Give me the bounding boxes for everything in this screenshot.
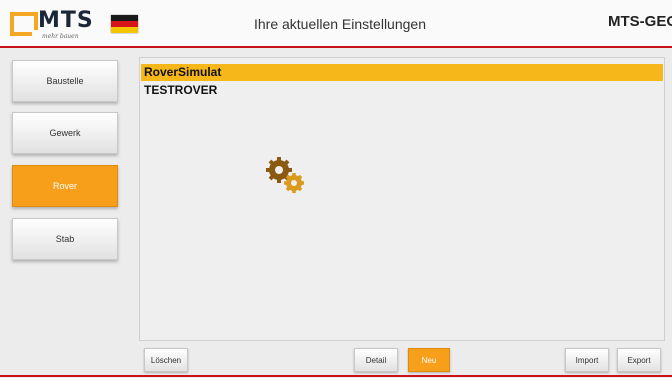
header-divider [0, 46, 672, 48]
delete-button-label: Löschen [150, 355, 182, 365]
sidebar-item-label: Rover [52, 181, 77, 191]
new-button-label: Neu [421, 355, 437, 365]
import-button[interactable]: Import [565, 348, 609, 372]
sidebar-item-label: Stab [55, 234, 75, 244]
export-button[interactable]: Export [617, 348, 661, 372]
brand-name: MTS-GEO [608, 13, 672, 30]
sidebar-item-label: Gewerk [49, 128, 81, 138]
app-header: MTS mehr bauen Ihre aktuellen Einstellun… [0, 0, 672, 46]
detail-button[interactable]: Detail [354, 348, 398, 372]
import-button-label: Import [575, 355, 599, 365]
logo-subtext: mehr bauen [42, 33, 79, 40]
sidebar-item-baustelle[interactable]: Baustelle [12, 60, 118, 102]
sidebar-item-rover[interactable]: Rover [12, 165, 118, 207]
export-button-label: Export [627, 355, 651, 365]
logo-mark [10, 12, 38, 36]
page-title: Ihre aktuellen Einstellungen [253, 16, 426, 32]
detail-button-label: Detail [365, 355, 387, 365]
gears-icon [265, 156, 307, 196]
new-button[interactable]: Neu [408, 348, 450, 372]
list-item[interactable]: TESTROVER [141, 82, 663, 99]
list-item[interactable]: RoverSimulat [141, 64, 663, 81]
german-flag-icon[interactable] [111, 15, 138, 33]
mts-logo: MTS mehr bauen [10, 8, 102, 40]
delete-button[interactable]: Löschen [144, 348, 188, 372]
footer-divider [0, 375, 672, 377]
logo-text: MTS [38, 8, 94, 33]
sidebar-item-stab[interactable]: Stab [12, 218, 118, 260]
rover-list[interactable]: RoverSimulat TESTROVER [139, 57, 665, 341]
sidebar-item-gewerk[interactable]: Gewerk [12, 112, 118, 154]
sidebar-item-label: Baustelle [46, 76, 84, 86]
